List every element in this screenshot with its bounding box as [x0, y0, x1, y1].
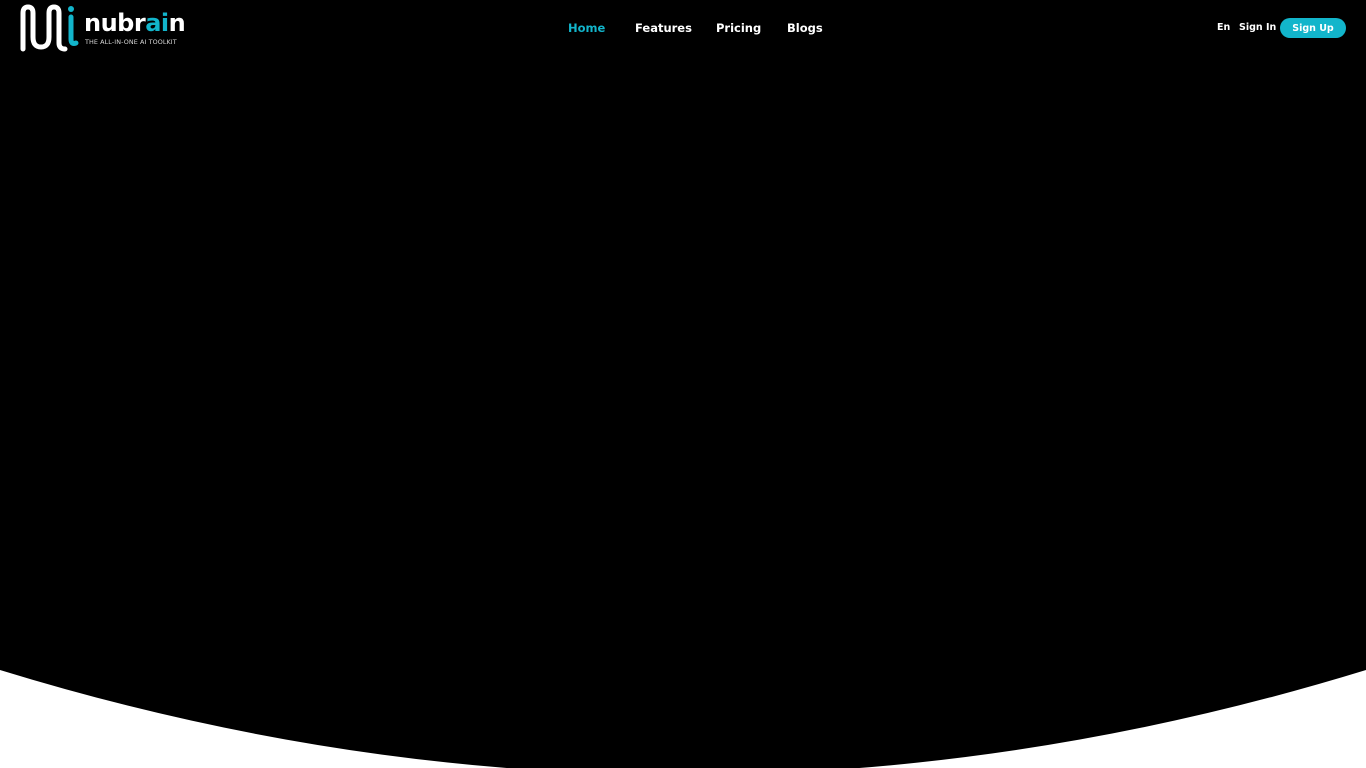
brand-name-end: n [168, 9, 186, 37]
sign-in-link[interactable]: Sign In [1239, 21, 1276, 35]
navbar: nubrain THE ALL-IN-ONE AI TOOLKIT Home F… [0, 0, 1366, 56]
nav-features-link[interactable]: Features [635, 20, 692, 36]
nav-pricing-link[interactable]: Pricing [716, 20, 761, 36]
page: nubrain THE ALL-IN-ONE AI TOOLKIT Home F… [0, 0, 1366, 768]
brand-logo[interactable]: nubrain THE ALL-IN-ONE AI TOOLKIT [19, 3, 186, 53]
nav-home-link[interactable]: Home [568, 20, 605, 36]
brand-tagline: THE ALL-IN-ONE AI TOOLKIT [85, 38, 177, 46]
brand-name-main: nubr [84, 9, 146, 37]
sign-up-button[interactable]: Sign Up [1280, 18, 1346, 38]
hero-background [0, 0, 1366, 768]
language-selector[interactable]: En [1217, 21, 1230, 35]
brand-name-accent: ai [145, 9, 169, 37]
brand-name: nubrain [84, 9, 186, 37]
nubrain-wave-logo-icon [20, 4, 79, 52]
nav-blogs-link[interactable]: Blogs [787, 20, 823, 36]
